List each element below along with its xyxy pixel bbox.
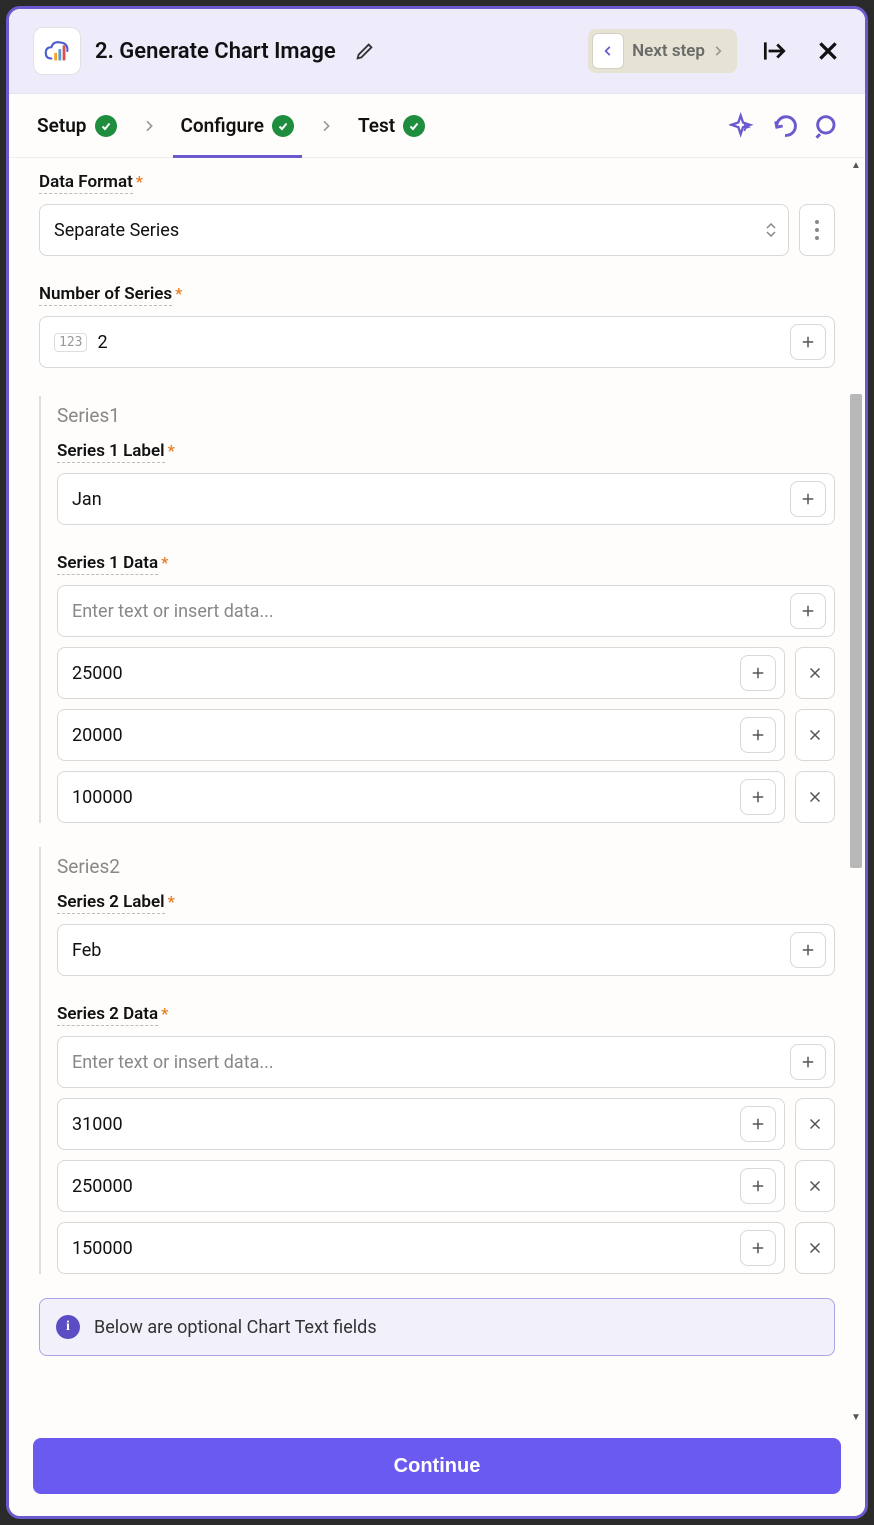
remove-row-button[interactable]: [795, 771, 835, 823]
insert-data-button[interactable]: [790, 593, 826, 629]
insert-data-button[interactable]: [790, 932, 826, 968]
scroll-down-icon[interactable]: ▼: [851, 1410, 861, 1424]
input-series1-label[interactable]: Jan: [57, 473, 835, 525]
label-series2-data: Series 2 Data: [57, 1004, 158, 1026]
tab-setup-label: Setup: [37, 114, 87, 137]
close-icon[interactable]: [815, 38, 841, 64]
continue-button[interactable]: Continue: [33, 1438, 841, 1494]
next-step-label: Next step: [632, 41, 705, 61]
tab-test[interactable]: Test: [354, 94, 429, 157]
optional-fields-info: i Below are optional Chart Text fields: [39, 1298, 835, 1356]
insert-data-button[interactable]: [740, 1230, 776, 1266]
info-icon: i: [56, 1315, 80, 1339]
step-nav: Next step: [588, 29, 737, 73]
select-data-format-value: Separate Series: [54, 220, 179, 241]
remove-row-button[interactable]: [795, 647, 835, 699]
label-series1-data: Series 1 Data: [57, 553, 158, 575]
tab-setup[interactable]: Setup: [33, 94, 121, 157]
series-1-heading: Series1: [57, 396, 835, 427]
remove-row-button[interactable]: [795, 1160, 835, 1212]
input-num-series[interactable]: 123 2: [39, 316, 835, 368]
series2-data-input[interactable]: 250000: [57, 1160, 785, 1212]
field-series2-label: Series 2 Label* Feb: [57, 892, 835, 976]
series-2-heading: Series2: [57, 847, 835, 878]
tab-test-label: Test: [358, 114, 395, 137]
insert-data-button[interactable]: [740, 1106, 776, 1142]
series2-data-row: 150000: [57, 1222, 835, 1274]
field-series1-data: Series 1 Data* Enter text or insert data…: [57, 553, 835, 823]
scrollbar[interactable]: ▲ ▼: [849, 158, 863, 1424]
series2-data-input[interactable]: 31000: [57, 1098, 785, 1150]
input-num-series-value: 2: [97, 332, 107, 353]
form-body: Data Format* Separate Series Number of S…: [9, 158, 865, 1424]
input-series1-data-placeholder: Enter text or insert data...: [72, 601, 274, 622]
input-series2-data-new[interactable]: Enter text or insert data...: [57, 1036, 835, 1088]
next-step-button[interactable]: Next step: [624, 33, 733, 69]
check-icon: [272, 115, 294, 137]
insert-data-button[interactable]: [740, 1168, 776, 1204]
series1-data-input[interactable]: 100000: [57, 771, 785, 823]
series1-data-row: 100000: [57, 771, 835, 823]
app-logo: [33, 27, 81, 75]
insert-data-button[interactable]: [790, 1044, 826, 1080]
page-title: 2. Generate Chart Image: [95, 39, 336, 64]
insert-data-button[interactable]: [740, 779, 776, 815]
undo-icon[interactable]: [771, 112, 799, 140]
label-series1-label: Series 1 Label: [57, 441, 165, 463]
edit-title-icon[interactable]: [354, 40, 376, 62]
check-icon: [403, 115, 425, 137]
scroll-up-icon[interactable]: ▲: [851, 158, 861, 172]
field-menu-button[interactable]: [799, 204, 835, 256]
series2-data-row: 250000: [57, 1160, 835, 1212]
remove-row-button[interactable]: [795, 1222, 835, 1274]
input-series2-data-placeholder: Enter text or insert data...: [72, 1052, 274, 1073]
select-data-format[interactable]: Separate Series: [39, 204, 789, 256]
chevron-right-icon: [141, 118, 157, 134]
series1-data-row: 20000: [57, 709, 835, 761]
chevron-right-icon: [318, 118, 334, 134]
insert-data-button[interactable]: [790, 481, 826, 517]
tab-configure[interactable]: Configure: [177, 94, 298, 157]
label-num-series: Number of Series: [39, 284, 172, 306]
remove-row-button[interactable]: [795, 709, 835, 761]
series2-data-row: 31000: [57, 1098, 835, 1150]
insert-data-button[interactable]: [740, 717, 776, 753]
input-series1-data-new[interactable]: Enter text or insert data...: [57, 585, 835, 637]
series1-data-row: 25000: [57, 647, 835, 699]
info-text: Below are optional Chart Text fields: [94, 1317, 377, 1338]
tab-configure-label: Configure: [181, 114, 264, 137]
series-2-block: Series2 Series 2 Label* Feb Series 2 Dat…: [39, 847, 835, 1274]
input-series2-label[interactable]: Feb: [57, 924, 835, 976]
type-badge: 123: [54, 333, 87, 352]
label-series2-label: Series 2 Label: [57, 892, 165, 914]
check-icon: [95, 115, 117, 137]
field-series2-data: Series 2 Data* Enter text or insert data…: [57, 1004, 835, 1274]
series2-data-input[interactable]: 150000: [57, 1222, 785, 1274]
series-1-block: Series1 Series 1 Label* Jan Series 1 Dat…: [39, 396, 835, 823]
series1-data-input[interactable]: 20000: [57, 709, 785, 761]
footer: Continue: [9, 1424, 865, 1516]
insert-data-button[interactable]: [740, 655, 776, 691]
header: 2. Generate Chart Image Next step: [9, 9, 865, 94]
updown-icon: [766, 223, 776, 237]
series1-data-input[interactable]: 25000: [57, 647, 785, 699]
scroll-thumb[interactable]: [850, 394, 862, 868]
remove-row-button[interactable]: [795, 1098, 835, 1150]
field-data-format: Data Format* Separate Series: [39, 172, 835, 256]
input-series2-label-value: Feb: [72, 940, 101, 961]
insert-data-button[interactable]: [790, 324, 826, 360]
ai-sparkle-icon[interactable]: [729, 112, 757, 140]
label-data-format: Data Format: [39, 172, 133, 194]
app-window: 2. Generate Chart Image Next step Setup: [6, 6, 868, 1519]
search-icon[interactable]: [813, 112, 841, 140]
field-series1-label: Series 1 Label* Jan: [57, 441, 835, 525]
field-num-series: Number of Series* 123 2: [39, 284, 835, 368]
prev-step-button[interactable]: [592, 33, 624, 69]
expand-icon[interactable]: [761, 38, 787, 64]
step-tabs: Setup Configure Test: [9, 94, 865, 158]
input-series1-label-value: Jan: [72, 489, 102, 510]
